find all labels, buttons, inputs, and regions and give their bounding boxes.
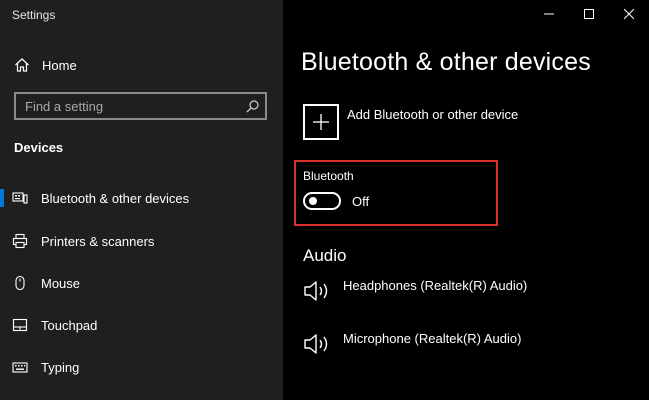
- audio-device-headphones[interactable]: Headphones (Realtek(R) Audio): [303, 278, 527, 304]
- sidebar-item-label: Typing: [41, 359, 80, 375]
- sidebar-item-typing[interactable]: Typing: [0, 352, 283, 382]
- app-title: Settings: [12, 8, 56, 22]
- speaker-icon: [303, 278, 335, 304]
- minimize-icon: [544, 6, 554, 24]
- audio-section-heading: Audio: [303, 246, 347, 265]
- bluetooth-toggle-state: Off: [352, 194, 370, 209]
- close-button[interactable]: [609, 0, 649, 30]
- touchpad-icon: [12, 317, 28, 333]
- sidebar-item-bluetooth[interactable]: Bluetooth & other devices: [0, 183, 283, 213]
- audio-device-label: Microphone (Realtek(R) Audio): [343, 331, 522, 346]
- home-nav-item[interactable]: Home: [14, 55, 77, 75]
- maximize-button[interactable]: [569, 0, 609, 30]
- search-box[interactable]: [14, 92, 267, 120]
- bluetooth-devices-icon: [12, 190, 28, 206]
- selection-indicator: [0, 189, 4, 207]
- audio-device-microphone[interactable]: Microphone (Realtek(R) Audio): [303, 331, 521, 357]
- search-input[interactable]: [25, 98, 246, 114]
- bluetooth-label: Bluetooth: [303, 169, 354, 183]
- window-controls: [529, 0, 649, 30]
- section-heading-devices: Devices: [14, 140, 64, 155]
- toggle-knob: [309, 197, 317, 205]
- sidebar: Settings Home Devices Bluetooth & other …: [0, 0, 283, 400]
- page-title: Bluetooth & other devices: [301, 48, 591, 76]
- sidebar-item-printers[interactable]: Printers & scanners: [0, 226, 283, 256]
- search-icon[interactable]: [246, 99, 259, 113]
- printer-icon: [12, 233, 28, 249]
- keyboard-icon: [12, 359, 28, 375]
- sidebar-item-label: Bluetooth & other devices: [41, 190, 190, 206]
- mouse-icon: [12, 275, 28, 291]
- home-icon: [14, 57, 30, 73]
- add-device-label: Add Bluetooth or other device: [347, 107, 519, 122]
- home-label: Home: [42, 57, 77, 73]
- add-device-button[interactable]: Add Bluetooth or other device: [303, 104, 518, 140]
- sidebar-item-label: Mouse: [41, 275, 81, 291]
- sidebar-item-mouse[interactable]: Mouse: [0, 268, 283, 298]
- audio-device-label: Headphones (Realtek(R) Audio): [343, 278, 528, 293]
- minimize-button[interactable]: [529, 0, 569, 30]
- sidebar-item-label: Printers & scanners: [41, 233, 155, 249]
- sidebar-item-label: Touchpad: [41, 317, 98, 333]
- bluetooth-toggle[interactable]: [303, 192, 341, 210]
- speaker-icon: [303, 331, 335, 357]
- close-icon: [623, 6, 635, 24]
- plus-icon: [303, 104, 339, 140]
- main-content: Bluetooth & other devices Add Bluetooth …: [283, 0, 649, 400]
- maximize-icon: [584, 6, 594, 24]
- sidebar-item-touchpad[interactable]: Touchpad: [0, 310, 283, 340]
